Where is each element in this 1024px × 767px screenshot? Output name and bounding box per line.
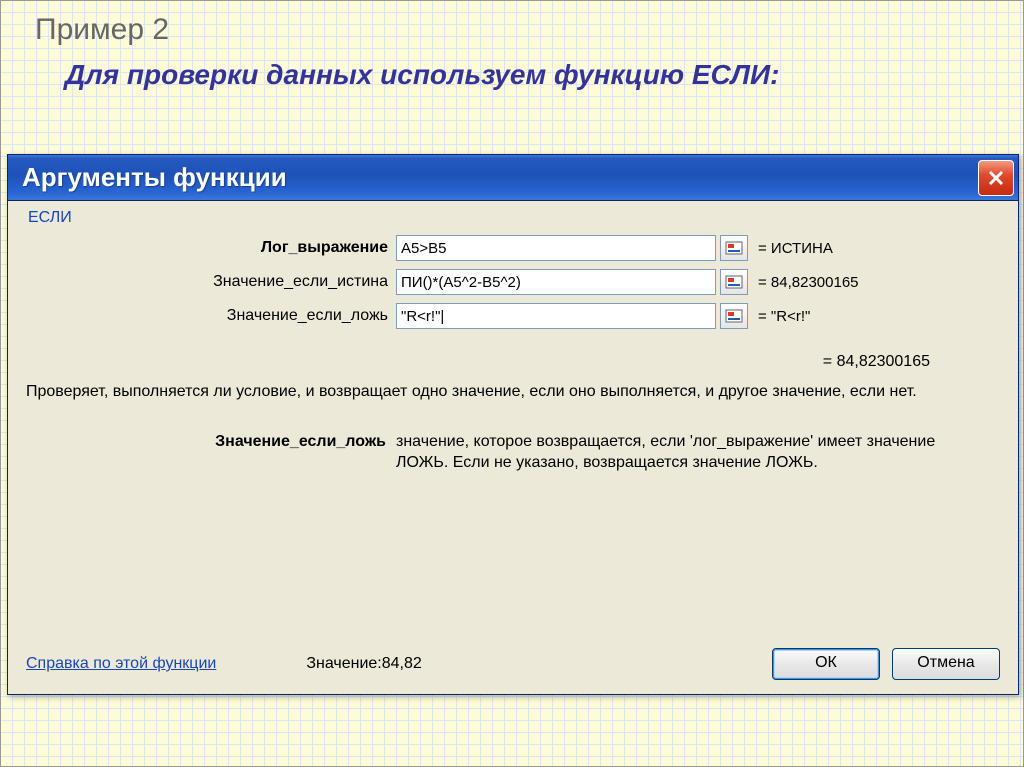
range-selector-button[interactable] xyxy=(720,303,748,329)
slide-subtitle: Пример 2 xyxy=(35,13,169,47)
argument-result: = 84,82300165 xyxy=(758,274,859,291)
dialog-footer: Справка по этой функции Значение:84,82 О… xyxy=(26,648,1000,680)
ok-button[interactable]: ОК xyxy=(772,648,880,680)
parameter-description: Значение_если_ложь значение, которое воз… xyxy=(26,431,1000,474)
argument-row: Значение_если_ложь = "R<r!" xyxy=(26,303,1000,329)
function-name: ЕСЛИ xyxy=(26,209,1000,227)
dialog-title: Аргументы функции xyxy=(22,162,978,193)
parameter-text: значение, которое возвращается, если 'ло… xyxy=(396,431,1000,474)
function-description: Проверяет, выполняется ли условие, и воз… xyxy=(26,381,1000,403)
dialog-body: ЕСЛИ Лог_выражение = ИСТИНА Значение_есл… xyxy=(8,201,1018,694)
parameter-label: Значение_если_ложь xyxy=(86,431,396,474)
argument-label: Лог_выражение xyxy=(86,239,396,257)
close-button[interactable] xyxy=(978,160,1014,196)
range-selector-button[interactable] xyxy=(720,235,748,261)
range-selector-button[interactable] xyxy=(720,269,748,295)
help-link[interactable]: Справка по этой функции xyxy=(26,655,216,673)
formula-result: = 84,82300165 xyxy=(26,353,1000,371)
value-if-true-input[interactable] xyxy=(396,269,716,295)
range-selector-icon xyxy=(725,275,743,289)
argument-row: Лог_выражение = ИСТИНА xyxy=(26,235,1000,261)
range-selector-icon xyxy=(725,309,743,323)
argument-label: Значение_если_истина xyxy=(86,273,396,291)
close-icon xyxy=(986,168,1006,188)
slide-title: Для проверки данных используем функцию Е… xyxy=(65,59,779,91)
logical-test-input[interactable] xyxy=(396,235,716,261)
argument-row: Значение_если_истина = 84,82300165 xyxy=(26,269,1000,295)
result-value: Значение:84,82 xyxy=(306,655,421,673)
function-arguments-dialog: Аргументы функции ЕСЛИ Лог_выражение = И… xyxy=(7,154,1019,695)
dialog-titlebar[interactable]: Аргументы функции xyxy=(8,155,1018,201)
value-if-false-input[interactable] xyxy=(396,303,716,329)
argument-result: = ИСТИНА xyxy=(758,240,833,257)
range-selector-icon xyxy=(725,241,743,255)
cancel-button[interactable]: Отмена xyxy=(892,648,1000,680)
argument-result: = "R<r!" xyxy=(758,308,810,325)
argument-label: Значение_если_ложь xyxy=(86,307,396,325)
